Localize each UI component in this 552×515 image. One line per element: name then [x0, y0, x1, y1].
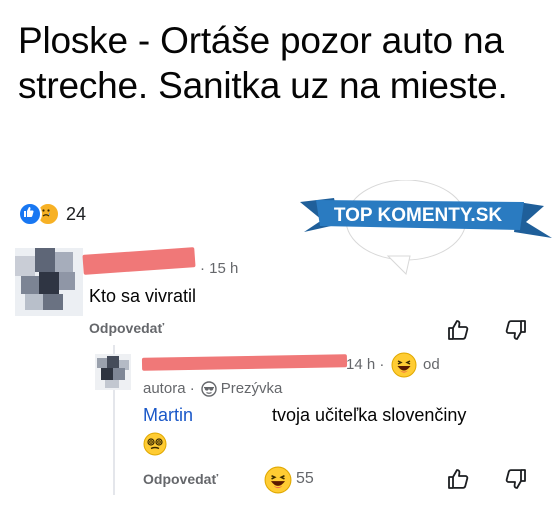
redacted-author-name — [82, 247, 196, 275]
author-label: od — [423, 356, 440, 373]
reaction-count: 24 — [66, 203, 87, 224]
nickname-label: Prezývka — [220, 380, 283, 397]
author-tag: autora · — [143, 380, 195, 397]
comment-text: Kto sa vivratil — [89, 286, 197, 306]
avatar[interactable] — [95, 354, 131, 390]
comment-time[interactable]: 14 h · — [346, 356, 384, 373]
thumbs-down-icon[interactable] — [504, 318, 528, 342]
thumbs-up-icon[interactable] — [446, 318, 470, 342]
thumbs-down-icon[interactable] — [504, 467, 528, 491]
laughing-emoji-icon — [391, 352, 417, 378]
avatar[interactable] — [15, 248, 83, 316]
sunglasses-icon — [201, 380, 217, 397]
reply-button[interactable]: Odpovedať — [143, 471, 218, 487]
logo-text: TOP KOMENTY.SK — [334, 205, 502, 226]
author-meta: autora · Prezývka — [143, 380, 282, 397]
top-komenty-logo: TOP KOMENTY.SK — [300, 180, 552, 275]
redacted-author-name — [141, 354, 348, 371]
mention-link[interactable]: Martin — [143, 405, 193, 426]
reaction-count: 55 — [296, 470, 314, 487]
reaction-summary[interactable]: 24 — [18, 202, 87, 226]
thumbs-up-icon[interactable] — [446, 467, 470, 491]
reply-button[interactable]: Odpovedať — [89, 320, 164, 336]
comment-time[interactable]: · 15 h — [200, 260, 238, 277]
like-icon — [18, 202, 42, 226]
comment-text: tvoja učiteľka slovenčiny — [272, 405, 467, 425]
post-text: Ploske - Ortáše pozor auto na streche. S… — [18, 20, 508, 106]
dizzy-face-emoji-icon — [143, 432, 167, 456]
laughing-emoji-icon[interactable] — [264, 466, 292, 494]
